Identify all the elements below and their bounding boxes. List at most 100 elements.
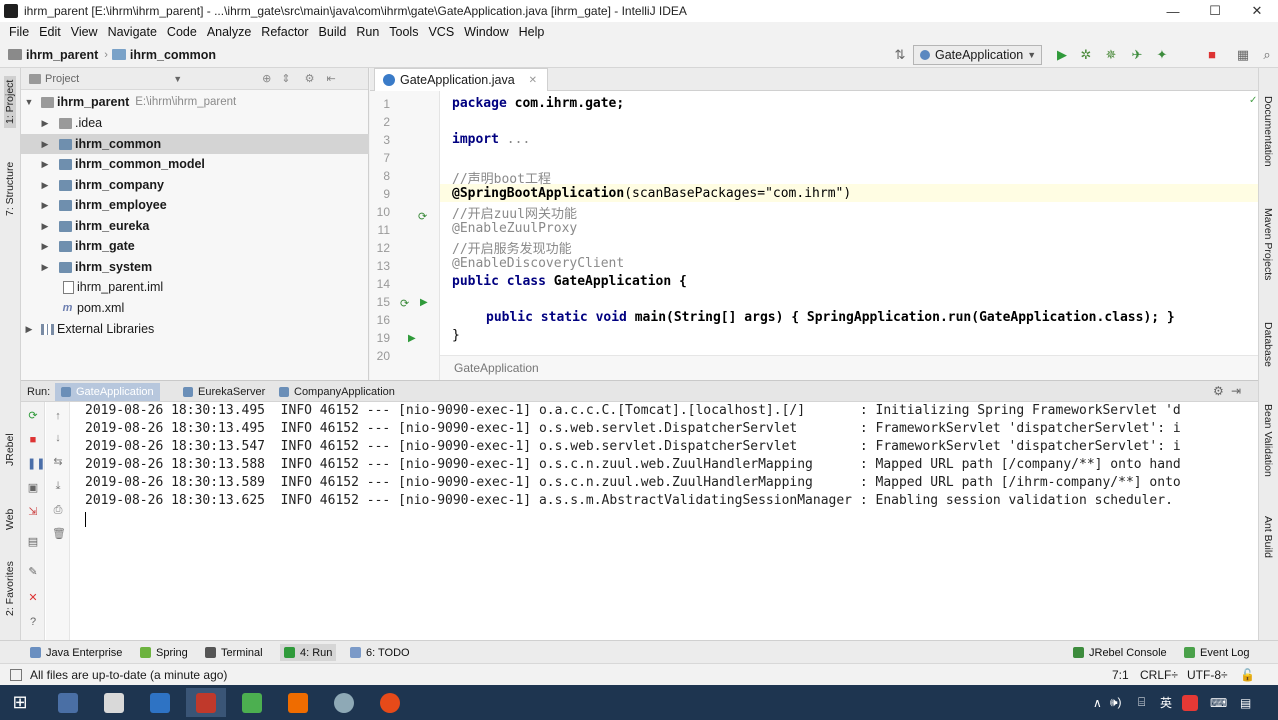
tree-item-external-libraries[interactable]: ▶ External Libraries — [21, 319, 369, 339]
network-icon[interactable]: ⌸ — [1138, 685, 1145, 720]
code-line-16[interactable]: public static void main(String[] args) {… — [486, 310, 1175, 325]
chevron-right-icon[interactable]: ▶ — [23, 324, 35, 335]
run-config-selector[interactable]: GateApplication ▼ — [913, 45, 1042, 65]
menu-code[interactable]: Code — [162, 25, 202, 39]
tool-jrebel-console[interactable]: JRebel Console — [1073, 644, 1167, 661]
tool-java-enterprise[interactable]: Java Enterprise — [30, 644, 122, 661]
jrebel-debug-icon[interactable]: ✦ — [1155, 48, 1169, 62]
coverage-icon[interactable]: ✵ — [1104, 48, 1118, 62]
tool-structure[interactable]: 7: Structure — [4, 162, 16, 216]
tool-run[interactable]: 4: Run — [280, 644, 337, 661]
console-caret[interactable] — [85, 512, 86, 527]
menu-tools[interactable]: Tools — [384, 25, 423, 39]
scroll-from-source-icon[interactable]: ⊕ — [262, 72, 271, 85]
help-icon[interactable]: ? — [27, 616, 39, 628]
settings-gear-icon[interactable]: ⚙ — [305, 72, 315, 85]
menu-build[interactable]: Build — [314, 25, 352, 39]
menu-edit[interactable]: Edit — [34, 25, 66, 39]
chevron-right-icon[interactable]: ▶ — [39, 262, 51, 273]
minimize-button[interactable]: — — [1152, 0, 1194, 22]
tool-bean-validation[interactable]: Bean Validation — [1262, 404, 1274, 477]
tool-terminal[interactable]: Terminal — [205, 644, 263, 661]
start-button[interactable]: ⊞ — [0, 688, 40, 717]
menu-vcs[interactable]: VCS — [423, 25, 459, 39]
breadcrumb-root[interactable]: ihrm_parent — [8, 48, 98, 62]
chevron-right-icon[interactable]: ▶ — [39, 159, 51, 170]
chevron-right-icon[interactable]: ▶ — [39, 139, 51, 150]
editor-tab-gateapplication[interactable]: GateApplication.java ✕ — [374, 68, 549, 91]
menu-navigate[interactable]: Navigate — [103, 25, 162, 39]
tree-item-ihrm-gate[interactable]: ▶ ihrm_gate — [21, 236, 369, 256]
menu-refactor[interactable]: Refactor — [256, 25, 313, 39]
pause-icon[interactable]: ❚❚ — [27, 458, 45, 470]
notification-icon[interactable]: ▤ — [1240, 685, 1251, 720]
code-line-14[interactable]: public class GateApplication { — [452, 274, 687, 289]
taskbar-app[interactable] — [140, 688, 180, 717]
tray-app-icon[interactable] — [1182, 685, 1198, 720]
settings-gear-icon[interactable]: ⚙ — [1213, 384, 1224, 398]
tree-item-ihrm-employee[interactable]: ▶ ihrm_employee — [21, 195, 369, 215]
tree-item-ihrm-eureka[interactable]: ▶ ihrm_eureka — [21, 216, 369, 236]
taskbar-app[interactable] — [324, 688, 364, 717]
run-tab-gateapplication[interactable]: GateApplication — [55, 383, 160, 401]
code-line-8[interactable]: //声明boot工程 — [452, 168, 551, 187]
spring-bean-gutter-icon[interactable]: ⟳ — [418, 210, 427, 223]
tool-database[interactable]: Database — [1262, 322, 1274, 367]
run-gutter-icon[interactable]: ▶ — [408, 333, 416, 344]
keyboard-icon[interactable]: ⌨ — [1210, 685, 1227, 720]
chevron-down-icon[interactable]: ▼ — [23, 97, 35, 107]
tray-overflow-icon[interactable]: ∧ — [1093, 685, 1102, 720]
run-tab-eurekaserver[interactable]: EurekaServer — [177, 383, 271, 401]
hide-panel-icon[interactable]: ⇥ — [1231, 384, 1241, 398]
taskbar-app[interactable] — [278, 688, 318, 717]
taskbar-app[interactable] — [232, 688, 272, 717]
tool-todo[interactable]: 6: TODO — [350, 644, 410, 661]
chevron-right-icon[interactable]: ▶ — [39, 200, 51, 211]
file-encoding[interactable]: UTF-8÷ — [1187, 668, 1228, 682]
tree-item-ihrm-common-model[interactable]: ▶ ihrm_common_model — [21, 154, 369, 174]
chevron-right-icon[interactable]: ▶ — [39, 180, 51, 191]
project-structure-icon[interactable]: ▦ — [1236, 48, 1250, 62]
chevron-right-icon[interactable]: ▶ — [39, 221, 51, 232]
code-line-13[interactable]: @EnableDiscoveryClient — [452, 256, 624, 271]
exit-icon[interactable]: ⇲ — [27, 506, 39, 518]
jrebel-run-icon[interactable]: ✈ — [1130, 48, 1144, 62]
layout-icon[interactable]: ▤ — [27, 536, 39, 548]
tool-spring[interactable]: Spring — [140, 644, 188, 661]
tool-web[interactable]: Web — [4, 509, 16, 530]
run-tab-companyapplication[interactable]: CompanyApplication — [273, 383, 401, 401]
tree-item-ihrm-company[interactable]: ▶ ihrm_company — [21, 175, 369, 195]
toggle-tool-windows-icon[interactable] — [10, 668, 22, 681]
code-line-9[interactable]: @SpringBootApplication(scanBasePackages=… — [452, 186, 851, 201]
menu-file[interactable]: File — [4, 25, 34, 39]
code-line-10[interactable]: //开启zuul网关功能 — [452, 203, 577, 222]
code-line-11[interactable]: @EnableZuulProxy — [452, 221, 577, 236]
ime-indicator[interactable]: 英 — [1160, 685, 1172, 720]
maximize-button[interactable]: ☐ — [1194, 0, 1236, 22]
spring-bean-gutter-icon[interactable]: ⟳ — [400, 297, 409, 310]
project-view-label[interactable]: Project — [45, 73, 79, 85]
tool-ant-build[interactable]: Ant Build — [1262, 516, 1274, 558]
rerun-icon[interactable]: ⟳ — [27, 410, 39, 422]
tree-item-parent-iml[interactable]: ihrm_parent.iml — [21, 277, 369, 297]
menu-run[interactable]: Run — [351, 25, 384, 39]
taskbar-app[interactable] — [370, 688, 410, 717]
code-line-19[interactable]: } — [452, 328, 460, 343]
close-tab-icon[interactable]: ✕ — [529, 75, 537, 86]
chevron-right-icon[interactable]: ▶ — [39, 118, 51, 129]
menu-view[interactable]: View — [66, 25, 103, 39]
debug-icon[interactable]: ✲ — [1079, 48, 1093, 62]
tree-item-pom[interactable]: m pom.xml — [21, 298, 369, 318]
print-icon[interactable]: ⎙ — [52, 504, 64, 516]
search-everywhere-icon[interactable]: ⌕ — [1260, 48, 1274, 62]
stop-icon[interactable]: ■ — [27, 434, 39, 446]
tree-item-idea[interactable]: ▶ .idea — [21, 113, 369, 133]
close-icon[interactable]: ✕ — [27, 592, 39, 604]
tool-maven-projects[interactable]: Maven Projects — [1262, 208, 1274, 280]
menu-help[interactable]: Help — [514, 25, 550, 39]
build-hammer-icon[interactable]: ⇅ — [893, 48, 907, 62]
tool-jrebel[interactable]: JRebel — [4, 433, 16, 466]
run-icon[interactable]: ▶ — [1055, 48, 1069, 62]
breadcrumb-child[interactable]: ihrm_common — [111, 48, 216, 62]
tool-favorites[interactable]: 2: Favorites — [4, 561, 16, 616]
